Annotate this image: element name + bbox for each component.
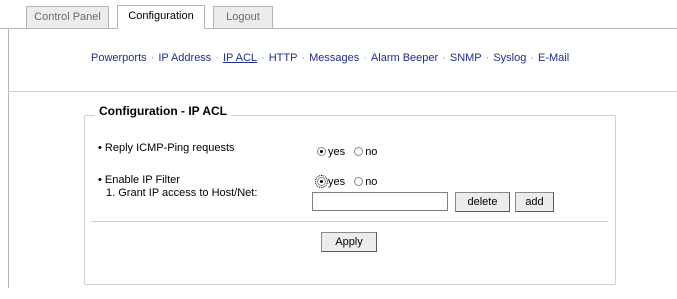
subnav-alarm-beeper[interactable]: Alarm Beeper [371,52,438,64]
apply-button[interactable]: Apply [321,232,377,252]
ipfilter-yes-radio[interactable] [315,175,328,188]
subnav-separator: · [150,52,155,64]
tab-divider [0,28,677,29]
subnav-powerports[interactable]: Powerports [91,52,147,64]
icmp-ping-radio-group: yes no [317,146,383,158]
subnav-separator: · [530,52,535,64]
subnav-email[interactable]: E-Mail [538,52,569,64]
subnav-messages[interactable]: Messages [309,52,359,64]
grant-ip-input[interactable] [312,192,448,211]
icmp-no-radio[interactable] [354,147,364,156]
ipfilter-yes-label: yes [328,176,346,188]
ip-filter-radio-group: yes no [315,175,383,188]
panel-title: Configuration - IP ACL [95,104,231,118]
delete-button[interactable]: delete [455,192,510,212]
ip-filter-label: • Enable IP Filter [98,174,180,186]
add-button[interactable]: add [515,192,554,212]
subnav-separator: · [442,52,446,64]
ipfilter-no-label: no [365,176,378,188]
ipfilter-no-radio[interactable] [354,177,364,186]
subnav-separator: · [363,52,367,64]
subnav-snmp[interactable]: SNMP [450,52,482,64]
subnav-separator: · [301,52,306,64]
tab-logout[interactable]: Logout [213,6,273,28]
icmp-no-label: no [365,146,378,158]
tab-configuration[interactable]: Configuration [117,5,205,29]
icmp-yes-radio[interactable] [317,147,326,156]
icmp-ping-label: • Reply ICMP-Ping requests [98,142,235,154]
subnav-ip-acl[interactable]: IP ACL [223,52,257,64]
subnav-separator: · [215,52,219,64]
subnav-syslog[interactable]: Syslog [493,52,526,64]
grant-ip-label: 1. Grant IP access to Host/Net: [106,187,258,199]
section-divider [8,91,677,92]
config-subnav: Powerports · IP Address · IP ACL · HTTP · Messag… [91,52,569,66]
tab-control-panel[interactable]: Control Panel [26,6,109,28]
panel-divider [91,221,608,222]
tab-bar: Control Panel Configuration Logout [0,0,677,29]
icmp-yes-label: yes [328,146,346,158]
content-frame-border [8,28,9,288]
subnav-http[interactable]: HTTP [269,52,298,64]
subnav-ip-address[interactable]: IP Address [158,52,211,64]
subnav-separator: · [485,52,490,64]
subnav-separator: · [261,52,265,64]
